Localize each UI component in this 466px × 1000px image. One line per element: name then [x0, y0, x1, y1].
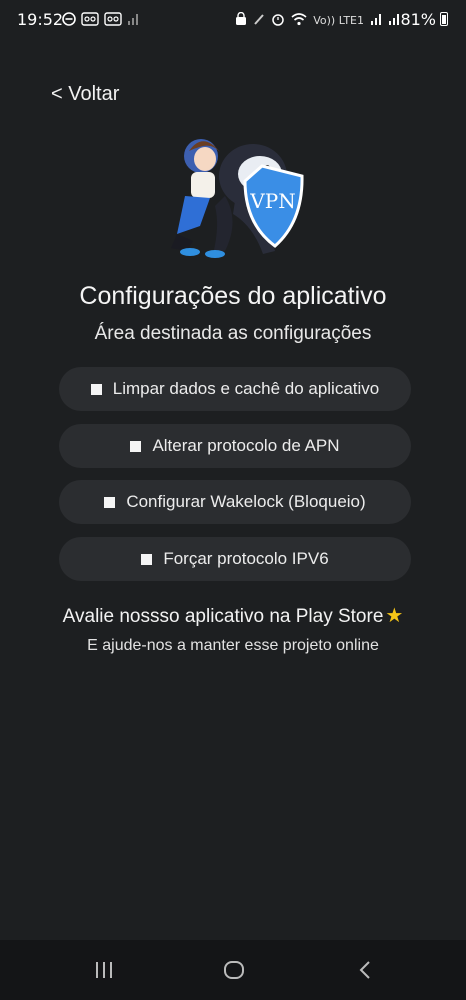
- option-label: Alterar protocolo de APN: [152, 436, 340, 455]
- square-bullet-icon: [141, 553, 153, 565]
- square-bullet-icon: [130, 440, 142, 452]
- mascot-illustration: VPN: [171, 139, 304, 258]
- option-label: Configurar Wakelock (Bloqueio): [126, 492, 366, 511]
- option-ipv6-button[interactable]: Forçar protocolo IPV6: [59, 537, 411, 581]
- signal-icon-2: [388, 11, 400, 30]
- page-title: Configurações do aplicativo: [79, 282, 387, 310]
- back-nav-button[interactable]: [345, 955, 385, 985]
- pen-icon: [253, 11, 265, 30]
- page-subtitle: Área destinada as configurações: [94, 323, 372, 344]
- rate-app-link[interactable]: Avalie nossso aplicativo na Play Store ★: [0, 603, 466, 628]
- home-button[interactable]: [214, 955, 254, 985]
- option-apn-protocol-button[interactable]: Alterar protocolo de APN: [59, 424, 411, 468]
- do-not-disturb-icon: [62, 11, 76, 30]
- rate-subtitle: E ajude-nos a manter esse projeto online: [87, 637, 379, 654]
- signal-icon: [370, 11, 382, 30]
- square-bullet-icon: [104, 496, 116, 508]
- status-bar: 19:52 Vo)) LTE1 81%: [0, 0, 466, 40]
- network-label: Vo)) LTE1: [313, 14, 364, 27]
- battery-percent: 81%: [400, 10, 436, 29]
- status-time: 19:52: [17, 10, 64, 29]
- status-right-icons: Vo)) LTE1: [235, 11, 400, 30]
- no-signal-icon: [127, 11, 139, 30]
- option-clear-data-button[interactable]: Limpar dados e cachê do aplicativo: [59, 367, 411, 411]
- back-arrow-icon: [359, 961, 370, 979]
- wifi-icon: [291, 11, 307, 30]
- system-nav-bar: [0, 940, 466, 1000]
- vpn-shield-text: VPN: [249, 189, 295, 213]
- option-wakelock-button[interactable]: Configurar Wakelock (Bloqueio): [59, 480, 411, 524]
- voicemail-icon: [81, 11, 99, 30]
- security-icon: [235, 11, 247, 30]
- status-left-icons: [62, 11, 139, 30]
- recent-apps-button[interactable]: [84, 955, 124, 985]
- alarm-icon: [271, 11, 285, 30]
- option-label: Limpar dados e cachê do aplicativo: [112, 379, 380, 398]
- recent-apps-icon: [96, 962, 112, 978]
- star-icon: ★: [385, 605, 404, 627]
- voicemail-icon-2: [104, 11, 122, 30]
- home-icon: [224, 961, 244, 979]
- square-bullet-icon: [90, 383, 102, 395]
- option-label: Forçar protocolo IPV6: [163, 549, 329, 568]
- battery-icon: [440, 12, 448, 26]
- back-link[interactable]: < Voltar: [51, 83, 119, 106]
- rate-title-text: Avalie nossso aplicativo na Play Store: [62, 606, 384, 627]
